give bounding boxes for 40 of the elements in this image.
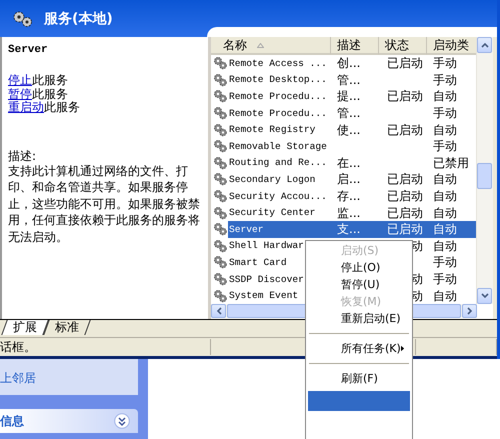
description-label: 描述: [8,148,38,162]
startup-type-cell: 自动 [433,206,457,220]
startup-type-cell: 已禁用 [433,156,469,170]
status-cell: 已启动 [387,172,423,186]
service-name: Server [8,44,49,56]
status-cell: 已启动 [387,189,423,204]
description-cell: 在... [337,156,360,170]
startup-type-cell: 自动 [433,172,457,186]
startup-type-cell: 手动 [433,139,457,154]
action-line: 重启动此服务 [8,101,81,114]
description-cell: 支... [337,222,360,236]
action-line: 停止此服务 [8,74,69,88]
status-cell: 已启动 [387,222,423,236]
status-cell: 已启动 [387,56,423,70]
startup-type-cell: 手动 [433,106,457,120]
startup-type-cell: 手动 [433,255,457,270]
action-line: 暂停此服务 [8,88,69,100]
status-cell: 已启动 [387,206,423,220]
status-cell: 已启动 [387,122,423,137]
startup-type-cell: 手动 [433,56,457,70]
status-text: 话框。 [0,338,36,356]
description-cell: 管... [337,72,360,87]
description-cell: 使... [337,122,360,137]
startup-type-cell: 自动 [433,288,457,303]
description-cell: 监... [337,206,360,220]
description-cell: 管... [337,106,360,120]
description-cell: 启... [337,172,360,186]
startup-type-cell: 手动 [433,272,457,286]
description-cell: 存... [337,189,360,204]
startup-type-cell: 自动 [433,122,457,137]
description-cell: 创... [337,56,360,70]
startup-type-cell: 自动 [433,238,457,253]
startup-type-cell: 自动 [433,189,457,204]
startup-type-cell: 自动 [433,89,457,104]
window-title: 服务(本地) [44,10,113,28]
service-description: 支持此计算机通过网络的文件、打印、和命名管道共享。如果服务停止，这些功能不可用。如果服务被禁用，任何直接依赖于此服务的服务将无法启动。 [8,162,201,245]
description-cell: 提... [337,89,360,104]
startup-type-cell: 自动 [433,222,457,236]
startup-type-cell: 手动 [433,72,457,87]
status-cell: 已启动 [387,89,423,104]
